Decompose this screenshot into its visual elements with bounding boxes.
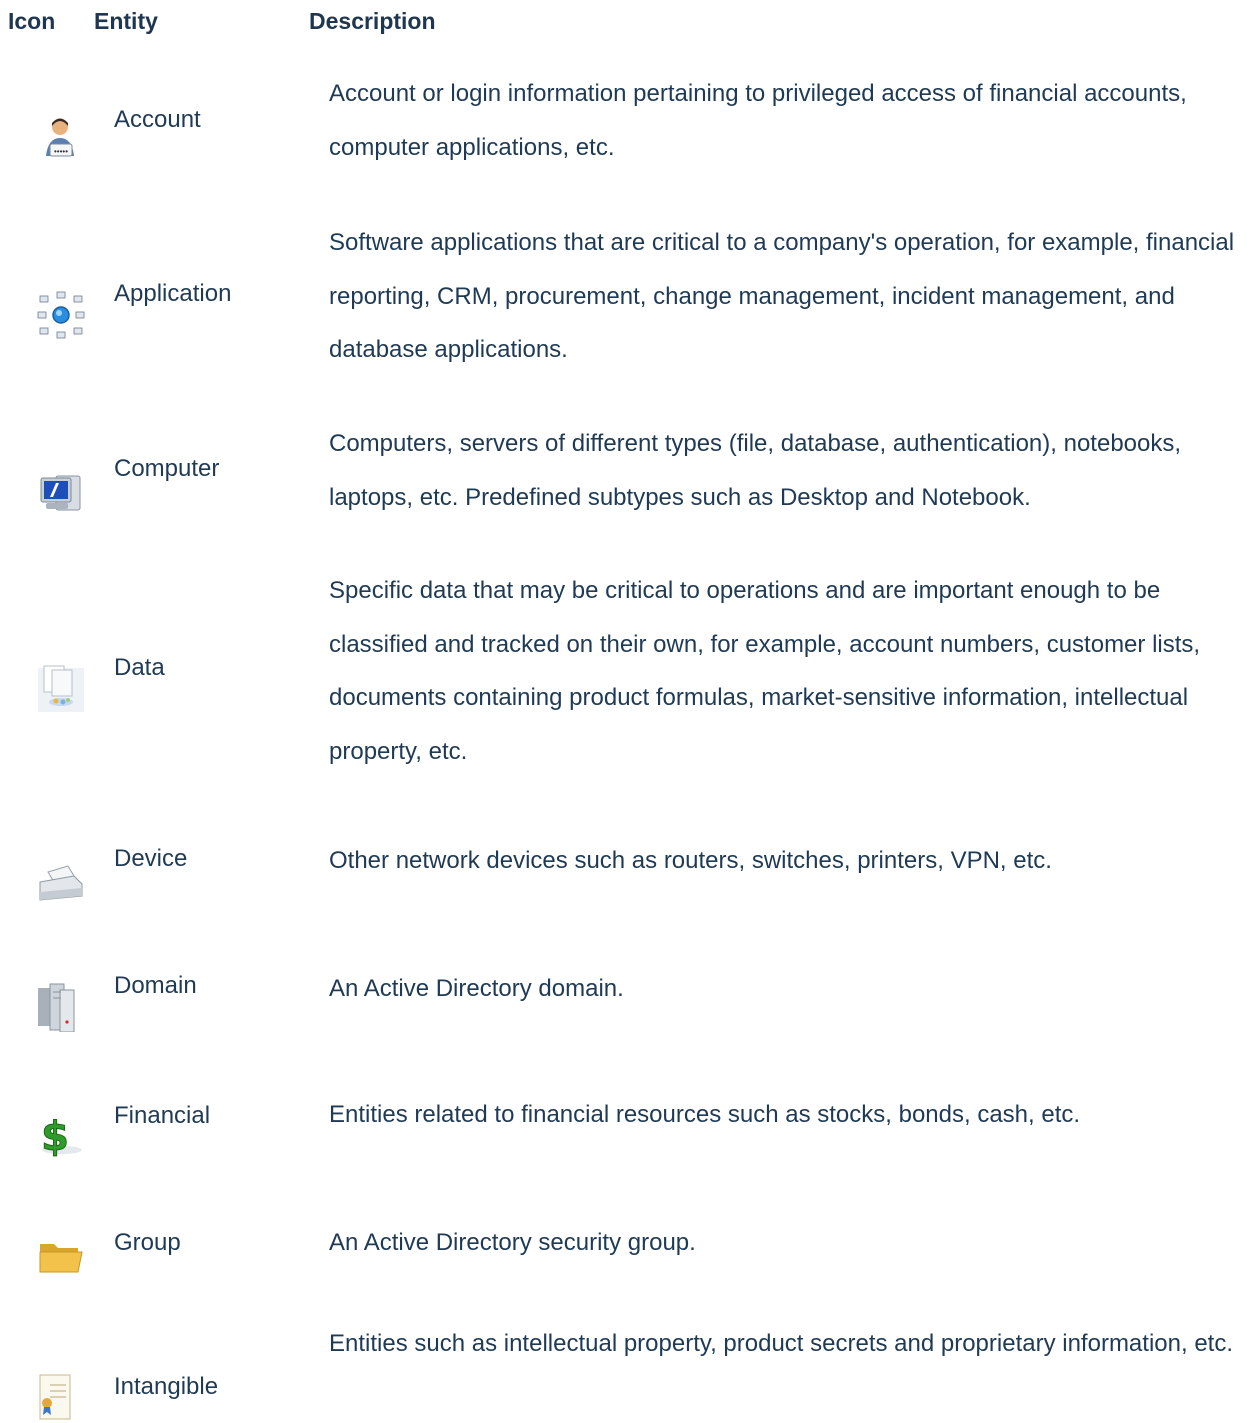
entity-description: Specific data that may be critical to op… xyxy=(329,577,1201,765)
entity-label: Computer xyxy=(114,455,220,482)
intangible-icon xyxy=(36,1373,86,1423)
table-row: Intangible Entities such as intellectual… xyxy=(0,1317,1252,1421)
entity-description: Computers, servers of different types (f… xyxy=(329,430,1182,511)
table-row: Group An Active Directory security group… xyxy=(0,1214,1252,1294)
entity-label: Device xyxy=(114,845,188,872)
entity-label: Account xyxy=(114,106,201,133)
svg-text:•••••: ••••• xyxy=(54,147,68,156)
svg-text:$: $ xyxy=(41,1114,69,1160)
account-icon: ••••• xyxy=(36,114,86,164)
domain-icon xyxy=(36,982,86,1032)
entity-label: Domain xyxy=(114,972,197,999)
entity-label: Application xyxy=(114,280,232,307)
group-icon xyxy=(36,1234,86,1284)
entity-description: Account or login information pertaining … xyxy=(329,80,1187,161)
application-icon xyxy=(36,290,86,340)
header-icon: Icon xyxy=(8,8,56,34)
entity-description: An Active Directory security group. xyxy=(329,1229,696,1256)
entity-label: Intangible xyxy=(114,1373,219,1400)
entity-description: Entities related to financial resources … xyxy=(329,1101,1081,1128)
entity-label: Group xyxy=(114,1229,181,1256)
device-icon xyxy=(36,858,86,908)
financial-icon: $ xyxy=(36,1110,86,1160)
entity-description: Software applications that are critical … xyxy=(329,229,1235,363)
table-row: Data Specific data that may be critical … xyxy=(0,562,1252,782)
table-header: Icon Entity Description xyxy=(0,0,1252,44)
computer-icon xyxy=(36,470,86,520)
entity-label: Financial xyxy=(114,1102,211,1129)
data-icon xyxy=(36,662,86,712)
entity-description: Entities such as intellectual property, … xyxy=(329,1330,1233,1357)
entity-description: An Active Directory domain. xyxy=(329,975,624,1002)
entity-label: Data xyxy=(114,654,165,681)
table-row: Domain An Active Directory domain. xyxy=(0,960,1252,1040)
table-row: Application Software applications that a… xyxy=(0,214,1252,384)
table-row: ••••• Account Account or login informati… xyxy=(0,66,1252,186)
table-row: Computer Computers, servers of different… xyxy=(0,415,1252,535)
header-description: Description xyxy=(309,8,436,34)
table-row: Device Other network devices such as rou… xyxy=(0,830,1252,910)
header-entity: Entity xyxy=(94,8,158,34)
entity-description: Other network devices such as routers, s… xyxy=(329,847,1052,874)
table-row: $ Financial Entities related to financia… xyxy=(0,1086,1252,1166)
